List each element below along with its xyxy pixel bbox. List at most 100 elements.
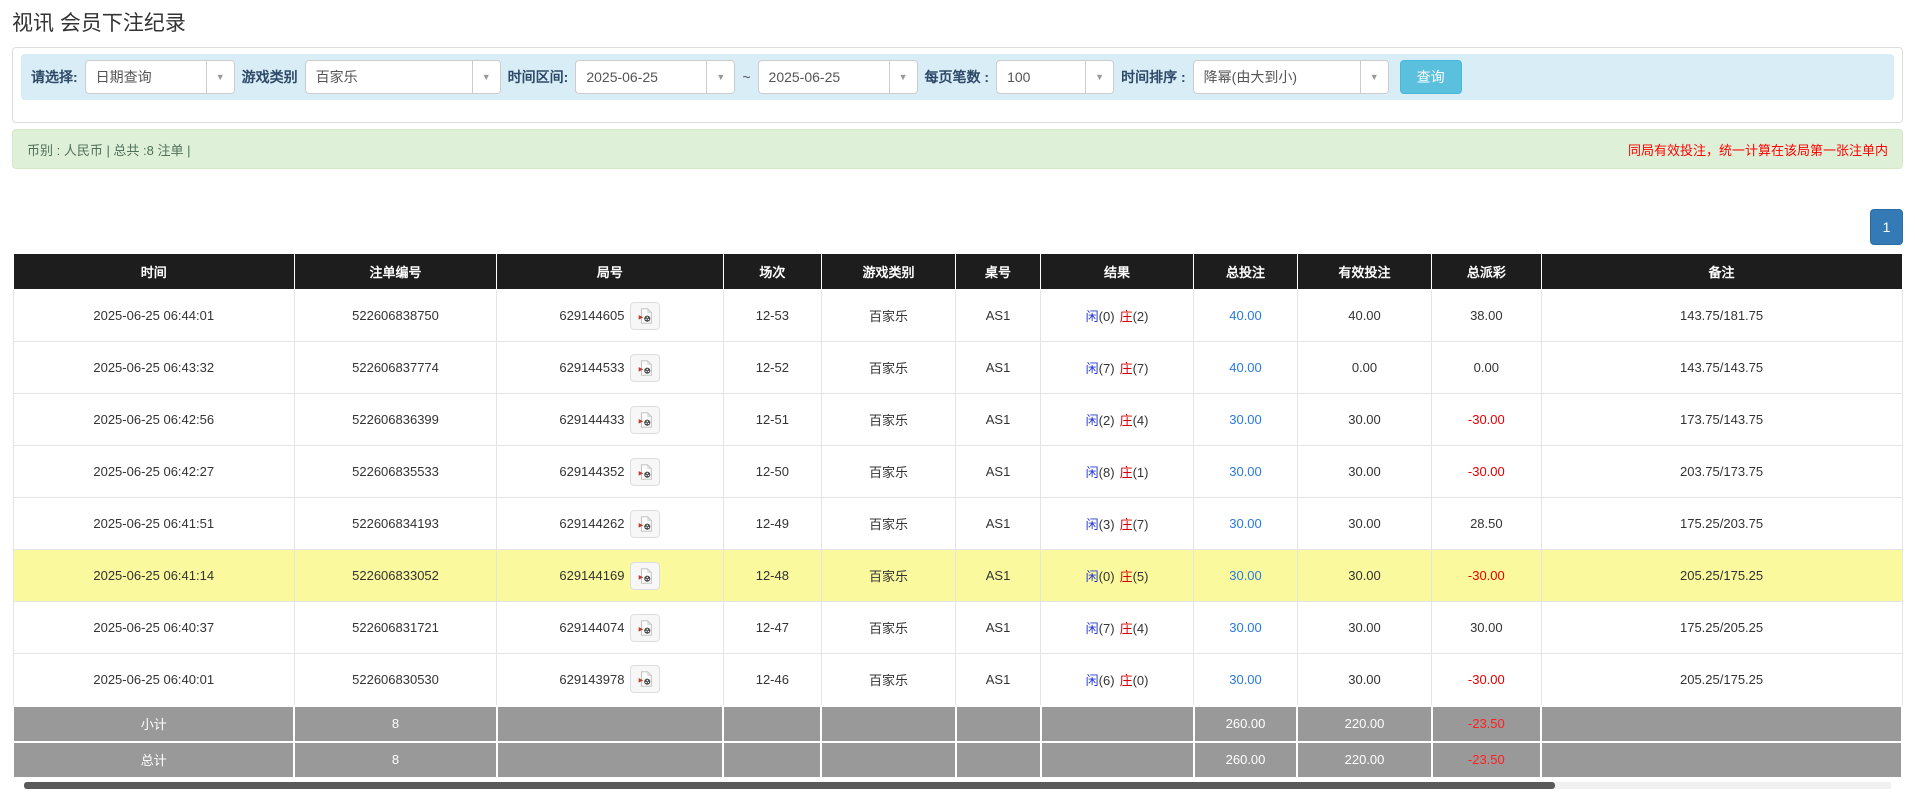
banker-result-score: (7) [1133, 517, 1149, 532]
table-header-row: 时间 注单编号 局号 场次 游戏类别 桌号 结果 总投注 有效投注 总派彩 备注 [13, 254, 1902, 290]
video-replay-button[interactable] [630, 614, 660, 642]
empty-cell [723, 742, 821, 778]
table-row: 2025-06-25 06:42:27 522606835533 6291443… [13, 446, 1902, 498]
valid-bet-cell: 0.00 [1297, 342, 1431, 394]
game-type-select[interactable]: 百家乐 ▼ [305, 60, 501, 94]
search-button[interactable]: 查询 [1400, 60, 1462, 94]
page-title: 视讯 会员下注纪录 [12, 7, 1903, 37]
time-sort-label: 时间排序 : [1121, 67, 1186, 87]
total-bet-link[interactable]: 30.00 [1229, 672, 1262, 687]
round-id-cell: 629144074 [497, 602, 724, 654]
payout-cell: 0.00 [1432, 342, 1542, 394]
banker-result-score: (0) [1133, 673, 1149, 688]
valid-bet-cell: 30.00 [1297, 602, 1431, 654]
remark-cell: 143.75/143.75 [1541, 342, 1902, 394]
time-sort-select[interactable]: 降幂(由大到小) ▼ [1193, 60, 1389, 94]
page-size-value: 100 [997, 61, 1085, 93]
video-replay-button[interactable] [630, 665, 660, 693]
filter-bar: 请选择: 日期查询 ▼ 游戏类别 百家乐 ▼ 时间区间: 2025-06-25 … [21, 54, 1894, 100]
round-id-cell: 629144433 [497, 394, 724, 446]
payout-cell: -30.00 [1432, 654, 1542, 706]
total-bet-cell: 30.00 [1194, 654, 1298, 706]
table-no-cell: AS1 [956, 394, 1041, 446]
col-header-table-no: 桌号 [956, 254, 1041, 290]
round-id-cell: 629144533 [497, 342, 724, 394]
banker-result-label: 庄 [1120, 569, 1133, 584]
result-cell: 闲(8)庄(1) [1041, 446, 1194, 498]
chevron-down-icon: ▼ [1360, 61, 1388, 93]
page: 视讯 会员下注纪录 请选择: 日期查询 ▼ 游戏类别 百家乐 ▼ 时间区间: 2… [0, 7, 1915, 789]
col-header-payout: 总派彩 [1432, 254, 1542, 290]
game-type-cell: 百家乐 [821, 550, 955, 602]
date-from-select[interactable]: 2025-06-25 ▼ [575, 60, 735, 94]
video-replay-button[interactable] [630, 562, 660, 590]
table-no-cell: AS1 [956, 342, 1041, 394]
game-type-cell: 百家乐 [821, 654, 955, 706]
player-result-label: 闲 [1086, 465, 1099, 480]
video-replay-icon [636, 567, 654, 585]
empty-cell [1041, 706, 1194, 742]
payout-cell: 28.50 [1432, 498, 1542, 550]
total-bet-link[interactable]: 30.00 [1229, 620, 1262, 635]
banker-result-score: (7) [1133, 361, 1149, 376]
page-size-select[interactable]: 100 ▼ [996, 60, 1114, 94]
bet-id-cell: 522606838750 [294, 290, 496, 342]
empty-cell [821, 742, 955, 778]
game-type-cell: 百家乐 [821, 394, 955, 446]
horizontal-scrollbar[interactable] [24, 782, 1891, 789]
banker-result-label: 庄 [1120, 465, 1133, 480]
table-row: 2025-06-25 06:40:01 522606830530 6291439… [13, 654, 1902, 706]
session-cell: 12-53 [723, 290, 821, 342]
query-type-select[interactable]: 日期查询 ▼ [85, 60, 235, 94]
video-replay-icon [636, 515, 654, 533]
player-result-label: 闲 [1086, 673, 1099, 688]
time-cell: 2025-06-25 06:40:01 [13, 654, 294, 706]
video-replay-button[interactable] [630, 406, 660, 434]
bet-id-cell: 522606837774 [294, 342, 496, 394]
time-cell: 2025-06-25 06:41:51 [13, 498, 294, 550]
empty-cell [821, 706, 955, 742]
col-header-total-bet: 总投注 [1194, 254, 1298, 290]
total-bet-link[interactable]: 30.00 [1229, 568, 1262, 583]
remark-cell: 173.75/143.75 [1541, 394, 1902, 446]
grand-total-payout: -23.50 [1432, 742, 1542, 778]
round-id-cell: 629144605 [497, 290, 724, 342]
player-result-score: (0) [1099, 309, 1115, 324]
date-to-select[interactable]: 2025-06-25 ▼ [758, 60, 918, 94]
scrollbar-thumb[interactable] [24, 782, 1555, 789]
session-cell: 12-52 [723, 342, 821, 394]
video-replay-button[interactable] [630, 458, 660, 486]
table-no-cell: AS1 [956, 290, 1041, 342]
total-bet-link[interactable]: 40.00 [1229, 308, 1262, 323]
player-result-score: (8) [1099, 465, 1115, 480]
round-id-cell: 629144169 [497, 550, 724, 602]
round-id-value: 629144605 [559, 308, 624, 323]
video-replay-button[interactable] [630, 302, 660, 330]
empty-cell [497, 706, 724, 742]
valid-bet-cell: 30.00 [1297, 550, 1431, 602]
total-bet-link[interactable]: 30.00 [1229, 464, 1262, 479]
empty-cell [723, 706, 821, 742]
video-replay-button[interactable] [630, 510, 660, 538]
video-replay-button[interactable] [630, 354, 660, 382]
payout-cell: 38.00 [1432, 290, 1542, 342]
round-id-value: 629143978 [559, 672, 624, 687]
player-result-label: 闲 [1086, 361, 1099, 376]
grand-total-valid-bet: 220.00 [1297, 742, 1431, 778]
total-bet-link[interactable]: 30.00 [1229, 516, 1262, 531]
total-bet-link[interactable]: 30.00 [1229, 412, 1262, 427]
total-bet-link[interactable]: 40.00 [1229, 360, 1262, 375]
banker-result-score: (4) [1133, 621, 1149, 636]
banker-result-label: 庄 [1120, 517, 1133, 532]
total-bet-cell: 40.00 [1194, 342, 1298, 394]
round-id-value: 629144262 [559, 516, 624, 531]
page-1-button[interactable]: 1 [1870, 209, 1903, 245]
empty-cell [1541, 742, 1902, 778]
remark-cell: 175.25/203.75 [1541, 498, 1902, 550]
grand-total-count: 8 [294, 742, 496, 778]
round-id-value: 629144352 [559, 464, 624, 479]
player-result-label: 闲 [1086, 569, 1099, 584]
col-header-game-type: 游戏类别 [821, 254, 955, 290]
pagination: 1 [12, 209, 1903, 245]
total-bet-cell: 30.00 [1194, 394, 1298, 446]
